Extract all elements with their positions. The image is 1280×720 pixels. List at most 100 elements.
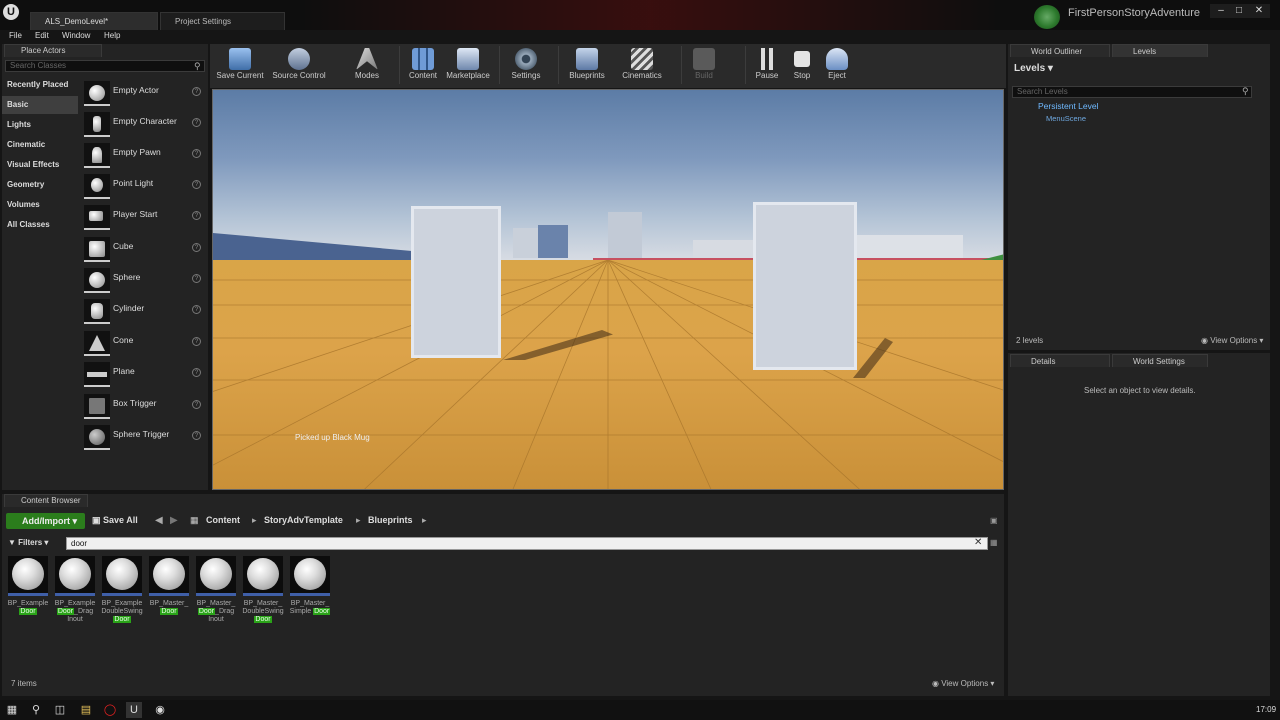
maximize-button[interactable]: □: [1228, 4, 1250, 18]
plane-icon: [84, 362, 110, 387]
app-taskbar-icon[interactable]: ◉: [152, 702, 168, 718]
help-icon[interactable]: ?: [192, 149, 201, 158]
asset-thumbnail[interactable]: [149, 556, 189, 596]
tab-demo-level[interactable]: ALS_DemoLevel*: [30, 12, 158, 30]
asset-search-input[interactable]: door: [66, 537, 988, 550]
asset-thumbnail[interactable]: [55, 556, 95, 596]
search-classes-input[interactable]: Search Classes: [5, 60, 205, 72]
help-icon[interactable]: ?: [192, 337, 201, 346]
asset-thumbnail[interactable]: [196, 556, 236, 596]
light-bulb-icon: [84, 174, 110, 199]
help-icon[interactable]: ?: [192, 400, 201, 409]
breadcrumb-storyadvtemplate[interactable]: StoryAdvTemplate: [264, 515, 343, 525]
marketplace-button[interactable]: Marketplace: [443, 44, 493, 88]
menu-file[interactable]: File: [9, 31, 22, 40]
help-icon[interactable]: ?: [192, 87, 201, 96]
modes-button[interactable]: Modes: [350, 44, 384, 88]
category-volumes[interactable]: Volumes: [2, 196, 78, 214]
pause-button[interactable]: Pause: [752, 44, 782, 88]
cinematics-button[interactable]: Cinematics: [618, 44, 666, 88]
levels-dropdown[interactable]: Levels ▾: [1014, 63, 1053, 74]
help-icon[interactable]: ?: [192, 243, 201, 252]
actor-item-point-light[interactable]: Point Light?: [84, 172, 206, 200]
actor-item-cube[interactable]: Cube?: [84, 235, 206, 263]
asset-thumbnail[interactable]: [8, 556, 48, 596]
clear-search-icon[interactable]: ✕: [974, 537, 982, 548]
levels-count: 2 levels: [1016, 336, 1044, 345]
help-icon[interactable]: ?: [192, 118, 201, 127]
tab-place-actors[interactable]: Place Actors: [4, 44, 102, 57]
add-import-button[interactable]: Add/Import ▾: [6, 513, 85, 529]
asset-label: BP_Master_ DoubleSwing Door: [242, 600, 284, 623]
asset-thumbnail[interactable]: [290, 556, 330, 596]
settings-button[interactable]: Settings: [506, 44, 546, 88]
tab-content-browser[interactable]: Content Browser: [4, 494, 88, 507]
category-geometry[interactable]: Geometry: [2, 176, 78, 194]
menu-edit[interactable]: Edit: [35, 31, 49, 40]
help-icon[interactable]: ?: [192, 274, 201, 283]
help-icon[interactable]: ?: [192, 368, 201, 377]
save-search-icon[interactable]: ▦: [990, 538, 998, 547]
save-icon: ▣: [92, 515, 104, 525]
actor-item-sphere-trigger[interactable]: Sphere Trigger?: [84, 423, 206, 451]
actor-item-player-start[interactable]: Player Start?: [84, 203, 206, 231]
level-viewport[interactable]: Picked up Black Mug: [212, 89, 1004, 490]
category-recently-placed[interactable]: Recently Placed: [2, 76, 78, 94]
build-button[interactable]: Build: [688, 44, 720, 88]
stop-button[interactable]: Stop: [787, 44, 817, 88]
tab-project-settings[interactable]: Project Settings: [160, 12, 285, 30]
tab-levels[interactable]: Levels: [1112, 44, 1208, 57]
blueprints-button[interactable]: Blueprints: [565, 44, 609, 88]
actor-item-box-trigger[interactable]: Box Trigger?: [84, 392, 206, 420]
category-cinematic[interactable]: Cinematic: [2, 136, 78, 154]
help-icon[interactable]: ?: [192, 431, 201, 440]
menu-help[interactable]: Help: [104, 31, 120, 40]
eject-button[interactable]: Eject: [822, 44, 852, 88]
lock-icon[interactable]: ▣: [990, 516, 998, 525]
actor-item-cylinder[interactable]: Cylinder?: [84, 297, 206, 325]
tab-world-settings[interactable]: World Settings: [1112, 354, 1208, 367]
asset-thumbnail[interactable]: [102, 556, 142, 596]
help-icon[interactable]: ?: [192, 305, 201, 314]
asset-label: BP_Master_ Door: [149, 600, 189, 615]
actor-item-sphere[interactable]: Sphere?: [84, 266, 206, 294]
actor-item-empty-actor[interactable]: Empty Actor?: [84, 79, 206, 107]
levels-view-options-button[interactable]: ◉ View Options ▾: [1201, 336, 1263, 345]
actor-item-cone[interactable]: Cone?: [84, 329, 206, 357]
source-control-button[interactable]: Source Control: [270, 44, 328, 88]
actor-item-plane[interactable]: Plane?: [84, 360, 206, 388]
category-all-classes[interactable]: All Classes: [2, 216, 78, 234]
cb-view-options-button[interactable]: ◉ View Options ▾: [932, 679, 994, 688]
menuscene-level-item[interactable]: MenuScene: [1046, 114, 1086, 123]
search-icon[interactable]: ⚲: [28, 702, 44, 718]
actor-item-empty-pawn[interactable]: Empty Pawn?: [84, 141, 206, 169]
filters-dropdown[interactable]: ▼ Filters ▾: [8, 538, 48, 547]
file-explorer-icon[interactable]: ▤: [78, 702, 94, 718]
unreal-logo-icon[interactable]: U: [3, 4, 19, 20]
unreal-editor-taskbar-icon[interactable]: U: [126, 702, 142, 718]
tab-details[interactable]: Details: [1010, 354, 1110, 367]
opera-browser-icon[interactable]: ◯: [102, 702, 118, 718]
asset-thumbnail[interactable]: [243, 556, 283, 596]
category-basic[interactable]: Basic: [2, 96, 78, 114]
actor-item-empty-character[interactable]: Empty Character?: [84, 110, 206, 138]
save-current-button[interactable]: Save Current: [215, 44, 265, 88]
close-button[interactable]: ✕: [1248, 4, 1270, 18]
save-all-button[interactable]: ▣ Save All: [92, 515, 138, 526]
content-button[interactable]: Content: [405, 44, 441, 88]
forward-arrow-icon[interactable]: ▶: [170, 515, 178, 526]
breadcrumb-blueprints[interactable]: Blueprints: [368, 515, 413, 525]
help-icon[interactable]: ?: [192, 211, 201, 220]
windows-start-icon[interactable]: ▦: [4, 702, 20, 718]
back-arrow-icon[interactable]: ◀: [155, 515, 163, 526]
item-count: 7 items: [11, 679, 37, 688]
search-levels-input[interactable]: Search Levels: [1012, 86, 1252, 98]
tab-world-outliner[interactable]: World Outliner: [1010, 44, 1110, 57]
help-icon[interactable]: ?: [192, 180, 201, 189]
task-view-icon[interactable]: ◫: [52, 702, 68, 718]
category-lights[interactable]: Lights: [2, 116, 78, 134]
persistent-level-item[interactable]: Persistent Level: [1038, 101, 1098, 111]
breadcrumb-content[interactable]: Content: [206, 515, 240, 525]
category-visual-effects[interactable]: Visual Effects: [2, 156, 78, 174]
menu-window[interactable]: Window: [62, 31, 90, 40]
